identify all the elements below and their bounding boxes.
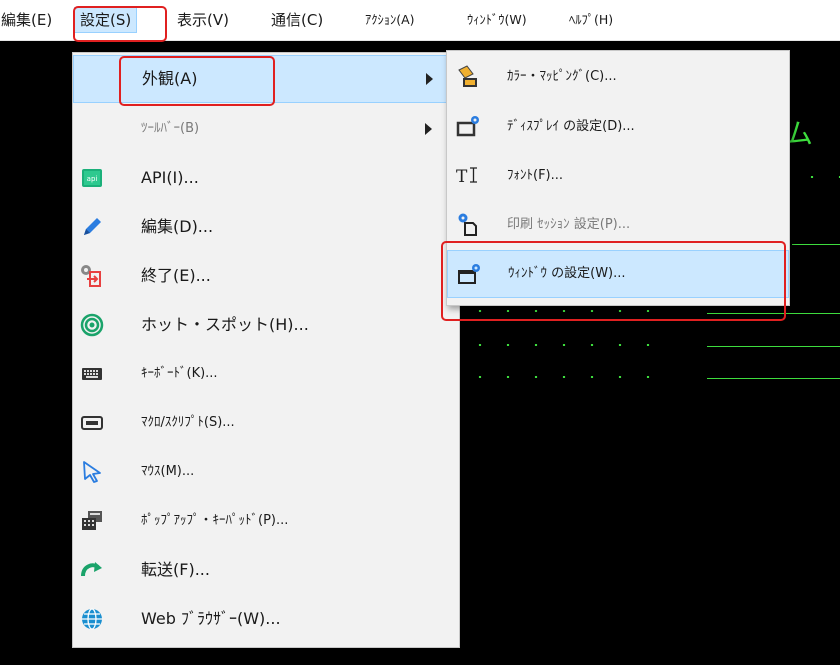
terminal-dots-row bbox=[466, 310, 662, 312]
terminal-line bbox=[707, 378, 840, 379]
menu-item-label: 外観(A) bbox=[142, 69, 198, 88]
keyboard-icon bbox=[79, 361, 105, 387]
popup-keypad-icon bbox=[79, 508, 105, 534]
menubar: 編集(E) 設定(S) 表示(V) 通信(C) ｱｸｼｮﾝ(A) ｳｨﾝﾄﾞｳ(… bbox=[0, 0, 840, 41]
menu-item-label: ﾏｳｽ(M)... bbox=[141, 464, 195, 479]
menu-item-edit[interactable]: 編集(D)... bbox=[73, 202, 459, 251]
submenu-item-window-settings[interactable]: ｳｨﾝﾄﾞｳ の設定(W)... bbox=[447, 250, 789, 298]
terminal-line bbox=[792, 244, 840, 245]
menu-item-api[interactable]: api API(I)... bbox=[73, 153, 459, 202]
menu-item-web-browser[interactable]: Web ﾌﾞﾗｳｻﾞｰ(W)... bbox=[73, 594, 459, 643]
pencil-icon bbox=[79, 214, 105, 240]
menu-item-label: ﾏｸﾛ/ｽｸﾘﾌﾟﾄ(S)... bbox=[141, 415, 235, 430]
mouse-cursor-icon bbox=[79, 459, 105, 485]
submenu-item-color-mapping[interactable]: ｶﾗｰ・ﾏｯﾋﾟﾝｸﾞ(C)... bbox=[447, 53, 789, 101]
terminal-line bbox=[707, 346, 840, 347]
menubar-view[interactable]: 表示(V) bbox=[172, 8, 234, 32]
target-icon bbox=[79, 312, 105, 338]
globe-icon bbox=[79, 606, 105, 632]
menubar-window[interactable]: ｳｨﾝﾄﾞｳ(W) bbox=[462, 8, 532, 32]
exit-gear-icon bbox=[79, 263, 105, 289]
terminal-line bbox=[707, 313, 840, 314]
submenu-item-label: ｳｨﾝﾄﾞｳ の設定(W)... bbox=[508, 266, 626, 281]
api-icon: api bbox=[79, 165, 105, 191]
menu-item-hotspot[interactable]: ホット・スポット(H)... bbox=[73, 300, 459, 349]
submenu-item-label: ｶﾗｰ・ﾏｯﾋﾟﾝｸﾞ(C)... bbox=[507, 69, 617, 84]
menu-item-label: 編集(D)... bbox=[141, 217, 214, 236]
submenu-arrow-icon bbox=[426, 73, 433, 85]
menu-item-mouse[interactable]: ﾏｳｽ(M)... bbox=[73, 447, 459, 496]
macro-icon bbox=[79, 410, 105, 436]
submenu-item-print-session[interactable]: 印刷 ｾｯｼｮﾝ 設定(P)... bbox=[447, 200, 789, 249]
menu-item-label: ﾂｰﾙﾊﾞｰ(B) bbox=[141, 121, 200, 136]
menubar-settings[interactable]: 設定(S) bbox=[74, 7, 138, 33]
menubar-help[interactable]: ﾍﾙﾌﾟ(H) bbox=[564, 8, 618, 32]
menu-item-label: ｷｰﾎﾞｰﾄﾞ(K)... bbox=[141, 366, 218, 381]
menu-item-label: ﾎﾟｯﾌﾟｱｯﾌﾟ・ｷｰﾊﾟｯﾄﾞ(P)... bbox=[141, 513, 289, 528]
submenu-item-label: 印刷 ｾｯｼｮﾝ 設定(P)... bbox=[507, 217, 631, 232]
appearance-submenu: ｶﾗｰ・ﾏｯﾋﾟﾝｸﾞ(C)... ﾃﾞｨｽﾌﾟﾚｲ の設定(D)... T ﾌ… bbox=[446, 50, 790, 306]
menubar-communication[interactable]: 通信(C) bbox=[266, 8, 328, 32]
menu-item-label: 転送(F)... bbox=[141, 560, 210, 579]
display-gear-icon bbox=[455, 113, 481, 139]
menu-item-exit[interactable]: 終了(E)... bbox=[73, 251, 459, 300]
terminal-dots-row bbox=[466, 344, 662, 346]
menu-item-keyboard[interactable]: ｷｰﾎﾞｰﾄﾞ(K)... bbox=[73, 349, 459, 398]
svg-text:api: api bbox=[87, 175, 98, 183]
submenu-arrow-icon bbox=[425, 123, 432, 135]
menubar-action[interactable]: ｱｸｼｮﾝ(A) bbox=[360, 8, 420, 32]
menu-item-label: Web ﾌﾞﾗｳｻﾞｰ(W)... bbox=[141, 609, 281, 628]
svg-text:T: T bbox=[456, 167, 468, 187]
menu-item-popup-keypad[interactable]: ﾎﾟｯﾌﾟｱｯﾌﾟ・ｷｰﾊﾟｯﾄﾞ(P)... bbox=[73, 496, 459, 545]
font-icon: T bbox=[455, 162, 481, 188]
color-bucket-icon bbox=[455, 64, 481, 90]
menu-item-label: API(I)... bbox=[141, 168, 199, 187]
menu-item-transfer[interactable]: 転送(F)... bbox=[73, 545, 459, 594]
print-gear-icon bbox=[455, 211, 481, 237]
menu-item-toolbar[interactable]: ﾂｰﾙﾊﾞｰ(B) bbox=[73, 104, 459, 153]
menubar-edit[interactable]: 編集(E) bbox=[0, 8, 57, 32]
window-gear-icon bbox=[456, 261, 482, 287]
menu-item-label: ホット・スポット(H)... bbox=[141, 315, 309, 334]
submenu-item-font[interactable]: T ﾌｫﾝﾄ(F)... bbox=[447, 151, 789, 200]
menu-item-macro-script[interactable]: ﾏｸﾛ/ｽｸﾘﾌﾟﾄ(S)... bbox=[73, 398, 459, 447]
submenu-item-display-settings[interactable]: ﾃﾞｨｽﾌﾟﾚｲ の設定(D)... bbox=[447, 102, 789, 151]
menu-item-appearance[interactable]: 外観(A) bbox=[73, 55, 459, 103]
transfer-arrow-icon bbox=[79, 557, 105, 583]
terminal-dots-row bbox=[466, 376, 662, 378]
submenu-item-label: ﾌｫﾝﾄ(F)... bbox=[507, 168, 564, 183]
submenu-item-label: ﾃﾞｨｽﾌﾟﾚｲ の設定(D)... bbox=[507, 119, 635, 134]
settings-menu: 外観(A) ﾂｰﾙﾊﾞｰ(B) api API(I)... 編集(D)... 終… bbox=[72, 52, 460, 648]
menu-item-label: 終了(E)... bbox=[141, 266, 211, 285]
